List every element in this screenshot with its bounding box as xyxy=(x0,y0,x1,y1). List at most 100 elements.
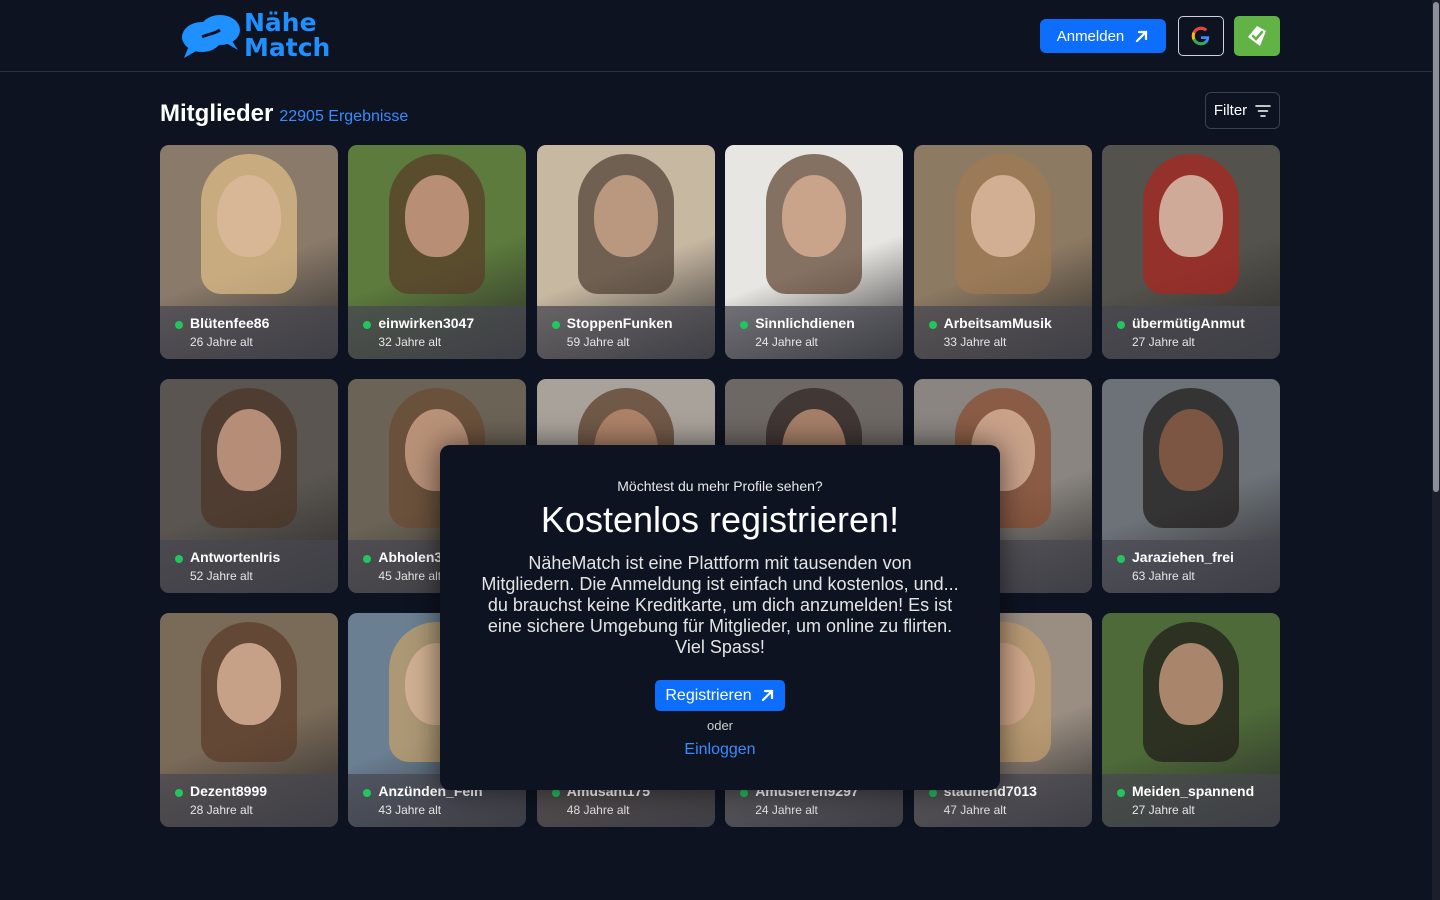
online-status-icon xyxy=(551,321,560,329)
photo-face-shape xyxy=(970,174,1035,257)
profile-age: 27 Jahre alt xyxy=(1132,335,1195,349)
register-button[interactable]: Registrieren xyxy=(655,680,785,711)
profile-card[interactable]: Meiden_spannend 27 Jahre alt xyxy=(1102,613,1280,827)
google-icon xyxy=(1191,26,1210,46)
profile-name: Abholen3 xyxy=(378,549,443,565)
profile-age: 59 Jahre alt xyxy=(566,335,630,349)
photo-face-shape xyxy=(1159,408,1223,491)
result-count: 22905 Ergebnisse xyxy=(279,108,409,125)
profile-card[interactable]: Blütenfee86 26 Jahre alt xyxy=(160,145,338,359)
profile-info: übermütigAnmut 27 Jahre alt xyxy=(1102,306,1280,359)
scrollbar[interactable] xyxy=(1432,0,1440,900)
profile-card[interactable]: AntwortenIris 52 Jahre alt xyxy=(160,379,338,593)
photo-face-shape xyxy=(593,174,658,257)
profile-name: Sinnlichdienen xyxy=(755,315,855,331)
modal-headline: Kostenlos registrieren! xyxy=(540,499,900,540)
profile-age: 24 Jahre alt xyxy=(755,335,818,349)
login-link[interactable]: Einloggen xyxy=(440,741,1000,759)
profile-info: Meiden_spannend 27 Jahre alt xyxy=(1102,774,1280,827)
online-status-icon xyxy=(928,321,937,329)
profile-age: 32 Jahre alt xyxy=(378,335,442,349)
profile-name: Jaraziehen_frei xyxy=(1132,549,1234,565)
profile-age: 48 Jahre alt xyxy=(566,803,630,817)
photo-face-shape xyxy=(217,408,281,491)
online-status-icon xyxy=(363,321,372,329)
filter-button-label: Filter xyxy=(1213,102,1248,119)
verify-button[interactable] xyxy=(1234,16,1280,56)
photo-face-shape xyxy=(405,174,470,257)
photo-face-shape xyxy=(217,174,281,257)
verified-check-icon xyxy=(1248,26,1266,46)
profile-card[interactable]: Jaraziehen_frei 63 Jahre alt xyxy=(1102,379,1280,593)
profile-info: ArbeitsamMusik 33 Jahre alt xyxy=(913,306,1092,359)
profile-card[interactable]: ArbeitsamMusik 33 Jahre alt xyxy=(913,145,1092,359)
profile-age: 52 Jahre alt xyxy=(190,569,253,583)
scrollbar-thumb[interactable] xyxy=(1433,2,1439,492)
online-status-icon xyxy=(740,321,749,329)
profile-name: Dezent8999 xyxy=(190,783,268,799)
profile-age: 24 Jahre alt xyxy=(755,803,818,817)
logo-text: Nähe Match xyxy=(244,10,330,60)
logo-line-1: Nähe xyxy=(244,8,317,37)
modal-subtitle: Möchtest du mehr Profile sehen? xyxy=(617,478,823,494)
photo-face-shape xyxy=(1159,174,1223,257)
online-status-icon xyxy=(175,321,183,329)
profile-age: 43 Jahre alt xyxy=(378,803,442,817)
profile-age: 45 Jahre alt xyxy=(378,569,442,583)
profile-info: Dezent8999 28 Jahre alt xyxy=(160,774,338,827)
profile-name: übermütigAnmut xyxy=(1132,315,1245,331)
profile-info: StoppenFunken 59 Jahre alt xyxy=(536,306,715,359)
online-status-icon xyxy=(175,789,183,797)
photo-face-shape xyxy=(1159,642,1223,725)
profile-card[interactable]: Sinnlichdienen 24 Jahre alt xyxy=(725,145,904,359)
online-status-icon xyxy=(1117,789,1125,797)
online-status-icon xyxy=(551,789,560,797)
filter-lines-icon xyxy=(1255,104,1271,117)
register-button-label: Registrieren xyxy=(665,686,752,704)
site-logo[interactable]: Nähe Match xyxy=(180,10,330,60)
google-login-button[interactable] xyxy=(1178,16,1224,56)
profile-name: AntwortenIris xyxy=(190,549,281,565)
online-status-icon xyxy=(1117,555,1125,563)
photo-face-shape xyxy=(217,642,281,725)
members-heading: Mitglieder 22905 Ergebnisse xyxy=(160,100,408,128)
profile-info: Jaraziehen_frei 63 Jahre alt xyxy=(1102,540,1280,593)
or-text: oder xyxy=(706,718,734,733)
profile-card[interactable]: einwirken3047 32 Jahre alt xyxy=(348,145,527,359)
profile-age: 33 Jahre alt xyxy=(943,335,1007,349)
profile-name: Blütenfee86 xyxy=(190,315,270,331)
profile-card[interactable]: übermütigAnmut 27 Jahre alt xyxy=(1102,145,1280,359)
profile-info: einwirken3047 32 Jahre alt xyxy=(348,306,527,359)
online-status-icon xyxy=(175,555,183,563)
arrow-up-right-icon xyxy=(761,689,773,702)
profile-name: einwirken3047 xyxy=(378,315,475,331)
profile-card[interactable]: Dezent8999 28 Jahre alt xyxy=(160,613,338,827)
profile-age: 47 Jahre alt xyxy=(943,803,1007,817)
login-button[interactable]: Anmelden xyxy=(1040,19,1166,53)
online-status-icon xyxy=(740,789,749,797)
profile-info: Blütenfee86 26 Jahre alt xyxy=(160,306,338,359)
page-title: Mitglieder xyxy=(160,100,274,127)
profile-name: ArbeitsamMusik xyxy=(943,315,1052,331)
chat-bubbles-icon xyxy=(182,15,240,58)
profile-age: 63 Jahre alt xyxy=(1132,569,1195,583)
register-modal: Möchtest du mehr Profile sehen? Kostenlo… xyxy=(440,445,1000,790)
modal-description: NäheMatch ist eine Plattform mit tausend… xyxy=(481,553,959,657)
profile-age: 28 Jahre alt xyxy=(190,803,253,817)
profile-age: 26 Jahre alt xyxy=(190,335,253,349)
logo-line-2: Match xyxy=(244,33,331,62)
arrow-up-right-icon xyxy=(1136,30,1148,42)
online-status-icon xyxy=(1117,321,1125,329)
profile-name: Meiden_spannend xyxy=(1132,783,1255,799)
filter-button[interactable]: Filter xyxy=(1205,92,1280,129)
online-status-icon xyxy=(363,789,372,797)
login-button-label: Anmelden xyxy=(1056,27,1125,45)
profile-card[interactable]: StoppenFunken 59 Jahre alt xyxy=(536,145,715,359)
online-status-icon xyxy=(928,789,937,797)
site-header: Nähe Match Anmelden xyxy=(0,0,1440,72)
profile-info: AntwortenIris 52 Jahre alt xyxy=(160,540,338,593)
profile-info: Sinnlichdienen 24 Jahre alt xyxy=(725,306,904,359)
online-status-icon xyxy=(363,555,372,563)
profile-name: StoppenFunken xyxy=(566,315,673,331)
profile-age: 27 Jahre alt xyxy=(1132,803,1195,817)
